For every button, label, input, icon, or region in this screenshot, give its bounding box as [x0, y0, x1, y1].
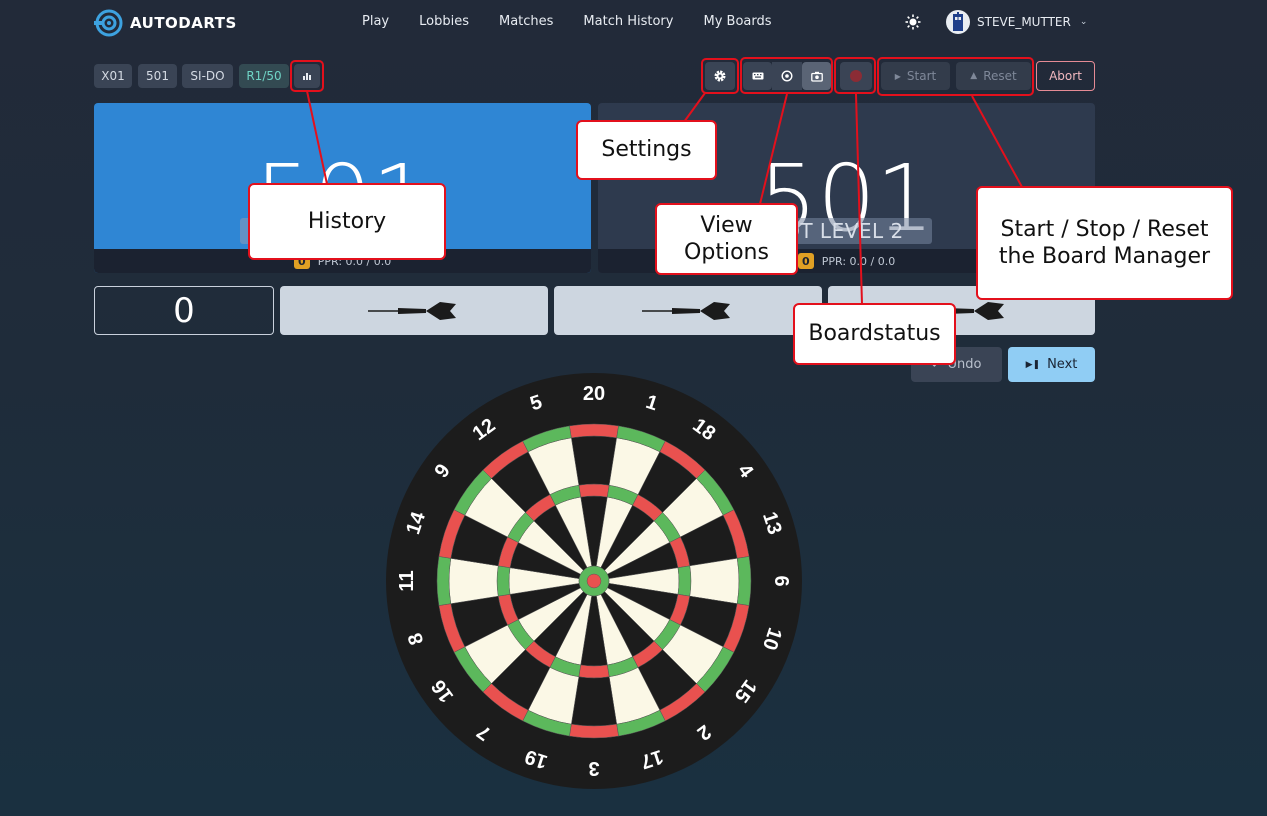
nav-lobbies[interactable]: Lobbies	[419, 14, 469, 29]
theme-toggle-button[interactable]	[903, 12, 923, 32]
target-icon	[781, 70, 793, 82]
board-status-indicator	[840, 62, 872, 90]
view-options-callout-line2: Options	[684, 240, 769, 265]
chevron-down-icon: ⌄	[1079, 17, 1088, 27]
boardstatus-callout-text: Boardstatus	[808, 321, 941, 347]
next-label: Next	[1047, 357, 1078, 372]
double-segment	[436, 556, 452, 606]
settings-callout-text: Settings	[601, 137, 692, 163]
outer-single-segment	[448, 558, 499, 604]
board-number-label: 3	[588, 757, 599, 779]
history-button[interactable]	[294, 64, 320, 88]
play-icon: ▶	[894, 71, 901, 81]
ppr-badge: 0	[797, 253, 814, 269]
board-manager-callout-line1: Start / Stop / Reset	[1000, 216, 1209, 242]
double-segment	[569, 723, 619, 739]
triple-segment	[578, 483, 610, 498]
abort-button[interactable]: Abort	[1036, 61, 1095, 91]
ppr-text: PPR: 0.0 / 0.0	[821, 254, 896, 268]
boardstatus-callout: Boardstatus	[793, 303, 956, 365]
next-button[interactable]: ▶❚ Next	[1008, 347, 1095, 382]
view-options-callout-line1: View	[700, 212, 753, 238]
settings-button[interactable]	[705, 62, 735, 90]
board-reset-button[interactable]: ▲ Reset	[956, 62, 1031, 90]
board-number-label: 20	[583, 383, 605, 405]
view-camera-button[interactable]	[802, 62, 831, 90]
dart-icon	[368, 301, 456, 320]
history-callout: History	[248, 183, 446, 260]
board-number-label: 11	[396, 570, 418, 591]
double-segment	[736, 556, 752, 606]
nav-play[interactable]: Play	[362, 14, 389, 29]
view-board-button[interactable]	[772, 62, 802, 90]
top-navbar: AUTODARTS Play Lobbies Matches Match His…	[0, 0, 1267, 46]
status-dot-icon	[850, 70, 862, 82]
reset-label: Reset	[983, 69, 1017, 83]
settings-callout: Settings	[576, 120, 717, 180]
outer-single-segment	[571, 435, 617, 486]
bullseye	[586, 573, 602, 589]
sun-icon	[905, 14, 921, 30]
round-tag: R1/50	[239, 64, 289, 88]
nav-matches[interactable]: Matches	[499, 14, 553, 29]
outer-single-segment	[571, 676, 617, 727]
outer-single-segment	[689, 558, 740, 604]
history-callout-text: History	[307, 208, 387, 234]
brand-name: AUTODARTS	[130, 14, 237, 32]
username: STEVE_MUTTER	[977, 15, 1071, 29]
double-segment	[569, 423, 619, 439]
bar-chart-icon	[303, 73, 311, 80]
eject-icon: ▲	[970, 71, 978, 81]
board-manager-callout: Start / Stop / Reset the Board Manager	[976, 186, 1233, 300]
triple-segment	[496, 565, 511, 597]
triple-segment	[578, 664, 610, 679]
brand-logo[interactable]: AUTODARTS	[94, 8, 237, 38]
in-out-mode-tag: SI-DO	[182, 64, 233, 88]
gear-icon	[714, 70, 726, 82]
game-mode-tag: X01	[94, 64, 132, 88]
dartboard[interactable]: 20 11841361015217319716811149125	[386, 373, 802, 789]
main-nav: Play Lobbies Matches Match History My Bo…	[362, 14, 802, 29]
triple-segment	[677, 565, 692, 597]
view-keyboard-button[interactable]	[743, 62, 772, 90]
nav-my-boards[interactable]: My Boards	[703, 14, 771, 29]
turn-total: 0	[94, 286, 274, 335]
start-label: Start	[906, 69, 937, 83]
camera-icon	[810, 71, 823, 82]
board-manager-callout-line2: the Board Manager	[998, 244, 1211, 269]
board-number-label: 6	[770, 575, 792, 586]
view-options-callout: View Options	[655, 203, 798, 275]
nav-match-history[interactable]: Match History	[583, 14, 673, 29]
dart-icon	[642, 301, 730, 320]
throw-slot-2[interactable]	[554, 286, 822, 335]
user-menu[interactable]: STEVE_MUTTER ⌄	[946, 10, 1087, 34]
throw-slot-1[interactable]	[280, 286, 548, 335]
avatar	[946, 10, 970, 34]
start-score-tag: 501	[138, 64, 177, 88]
skip-next-icon: ▶❚	[1025, 359, 1041, 370]
keyboard-icon	[752, 72, 763, 80]
user-avatar-icon	[953, 12, 963, 31]
board-start-button[interactable]: ▶ Start	[881, 62, 950, 90]
autodarts-logo-icon	[94, 9, 123, 37]
